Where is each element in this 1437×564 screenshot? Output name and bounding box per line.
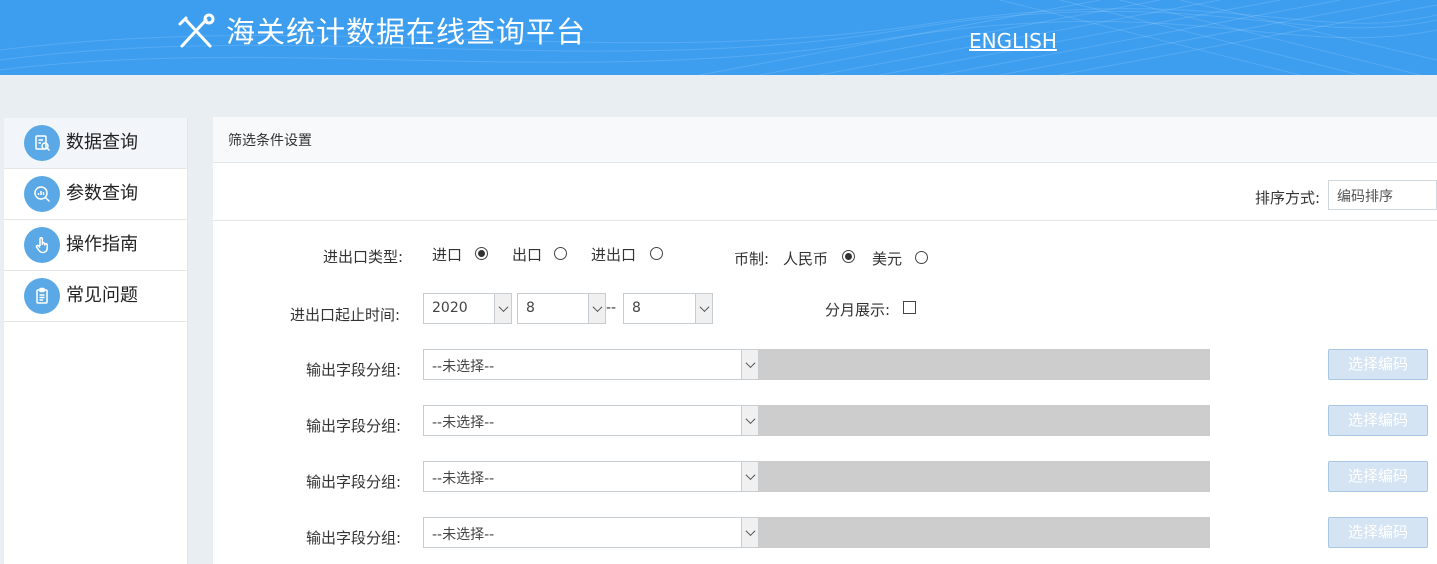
output-group-select[interactable]: --未选择-- [423,517,759,548]
sidebar-item-faq[interactable]: 常见问题 [4,271,187,322]
chevron-down-icon [741,350,758,379]
sidebar-item-parameter-query[interactable]: 参数查询 [4,169,187,220]
year-value: 2020 [432,300,468,316]
chevron-down-icon [588,294,605,323]
site-title: 海关统计数据在线查询平台 [226,15,587,49]
import-radio[interactable] [475,247,488,260]
selected-codes-field [759,517,1210,548]
output-group-value: --未选择-- [432,415,495,431]
currency-option-usd: 美元 [872,250,903,268]
magnifier-chart-icon [24,176,60,212]
top-banner: 海关统计数据在线查询平台 ENGLISH [0,0,1437,75]
hand-pointer-icon [24,227,60,263]
sort-label: 排序方式: [1255,189,1321,207]
panel-header: 筛选条件设置 [213,117,1437,163]
end-month-value: 8 [632,300,641,316]
customs-logo-icon [178,13,215,48]
selected-codes-field [759,461,1210,492]
clipboard-icon [24,278,60,314]
trade-type-label: 进出口类型: [323,248,404,266]
trade-type-option-export: 出口 [512,246,543,264]
sidebar-item-label: 参数查询 [66,183,138,204]
import-export-radio[interactable] [650,247,663,260]
start-month-select[interactable]: 8 [517,293,606,324]
sidebar-item-label: 操作指南 [66,234,138,255]
chevron-down-icon [741,462,758,491]
chevron-down-icon [695,294,712,323]
monthly-display-label: 分月展示: [825,301,891,319]
end-month-select[interactable]: 8 [623,293,713,324]
chevron-down-icon [741,518,758,547]
sidebar-nav: 数据查询 参数查询 操作指南 常见问题 [4,118,188,564]
select-code-button[interactable]: 选择编码 [1328,349,1428,380]
sort-select[interactable]: 编码排序 [1328,180,1437,210]
output-group-label: 输出字段分组: [306,361,402,379]
output-group-label: 输出字段分组: [306,417,402,435]
select-code-button[interactable]: 选择编码 [1328,461,1428,492]
english-language-link[interactable]: ENGLISH [969,28,1057,54]
select-code-button[interactable]: 选择编码 [1328,517,1428,548]
start-month-value: 8 [526,300,535,316]
chevron-down-icon [494,294,511,323]
output-group-select[interactable]: --未选择-- [423,461,759,492]
sidebar-item-label: 常见问题 [66,285,138,306]
export-radio[interactable] [554,247,567,260]
currency-option-rmb: 人民币 [783,250,829,268]
selected-codes-field [759,405,1210,436]
chevron-down-icon [741,406,758,435]
select-code-button[interactable]: 选择编码 [1328,405,1428,436]
filter-panel: 筛选条件设置 排序方式: 编码排序 进出口类型: 进口 出口 进出口 币制: 人… [213,117,1437,564]
currency-label: 币制: [734,250,770,268]
output-group-value: --未选择-- [432,471,495,487]
document-search-icon [24,125,60,161]
sidebar-item-operation-guide[interactable]: 操作指南 [4,220,187,271]
output-group-select[interactable]: --未选择-- [423,349,759,380]
usd-radio[interactable] [915,251,928,264]
rmb-radio[interactable] [842,250,855,263]
output-group-select[interactable]: --未选择-- [423,405,759,436]
period-separator: -- [606,300,617,316]
output-group-label: 输出字段分组: [306,529,402,547]
selected-codes-field [759,349,1210,380]
trade-type-option-both: 进出口 [591,246,637,264]
output-group-value: --未选择-- [432,359,495,375]
sidebar-item-label: 数据查询 [66,132,138,153]
panel-title: 筛选条件设置 [228,133,312,149]
output-group-value: --未选择-- [432,527,495,543]
divider [213,220,1437,221]
period-label: 进出口起止时间: [290,306,401,324]
year-select[interactable]: 2020 [423,293,512,324]
monthly-display-checkbox[interactable] [903,301,916,314]
sidebar-item-data-query[interactable]: 数据查询 [4,118,187,169]
trade-type-option-import: 进口 [432,246,463,264]
output-group-label: 输出字段分组: [306,473,402,491]
